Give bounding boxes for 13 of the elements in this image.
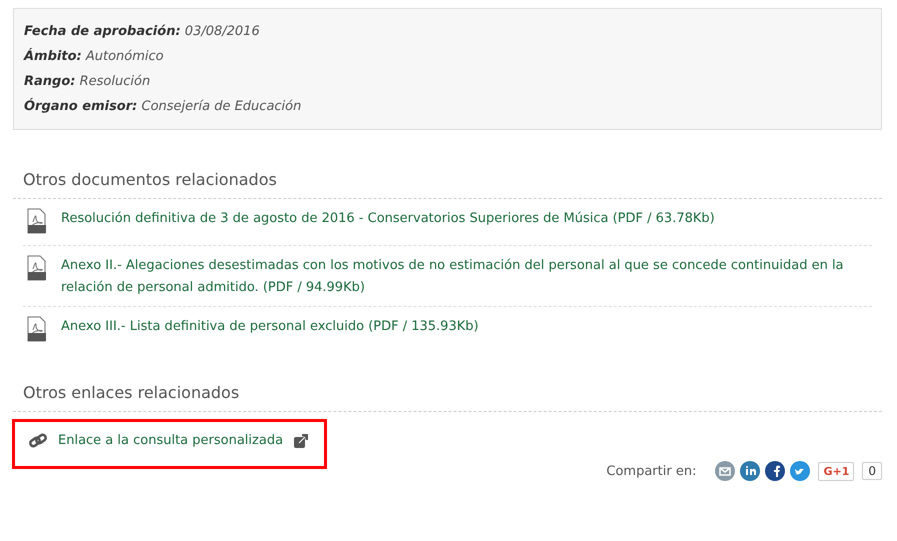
section-heading: Otros documentos relacionados (13, 170, 882, 199)
plus-one-button[interactable]: G+1 (818, 462, 854, 480)
section-heading: Otros enlaces relacionados (13, 383, 882, 412)
document-link[interactable]: Anexo III.- Lista definitiva de personal excluido (PDF / 135.93Kb) (27, 316, 872, 338)
document-link[interactable]: Anexo II.- Alegaciones desestimadas con los motivos de no estimación del personal al que se concede continuidad en la relación de personal admitido. (PDF / 94.99Kb) (27, 255, 872, 299)
detail-line: Fecha de aprobación: 03/08/2016 (24, 23, 261, 41)
detail-line: Ámbito: Autonómico (24, 47, 165, 66)
share-count: 0 (862, 462, 882, 480)
document-link[interactable]: Resolución definitiva de 3 de agosto de 2016 - Conservatorios Superiores de Música (PDF / 63.78Kb) (27, 208, 872, 230)
detail-line: Rango: Resolución (24, 73, 152, 91)
external-link[interactable]: Enlace a la consulta personalizada (58, 430, 284, 452)
share-label: Compartir en: (606, 464, 696, 478)
detail-line: Órgano emisor: Consejería de Educación (24, 97, 302, 116)
